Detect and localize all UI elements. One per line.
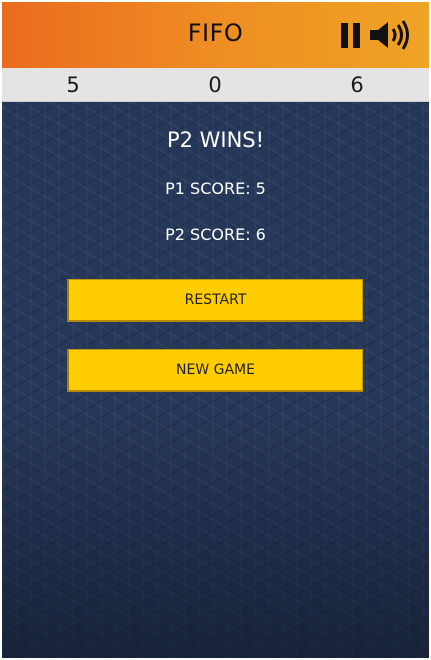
player-two-score: 6 <box>350 73 364 97</box>
game-title: FIFO <box>187 19 244 47</box>
game-frame: FIFO 5 0 6 P2 WINS! P1 SCORE: 5 P2 SCORE… <box>2 2 429 658</box>
scoreboard: 5 0 6 <box>2 68 429 102</box>
player-one-score: 5 <box>66 73 80 97</box>
restart-button[interactable]: RESTART <box>67 279 363 322</box>
winner-message: P2 WINS! <box>166 128 265 152</box>
new-game-button[interactable]: NEW GAME <box>67 349 363 392</box>
header-bar: FIFO <box>2 2 429 68</box>
center-counter: 0 <box>208 73 222 97</box>
final-score-p2: P2 SCORE: 6 <box>165 225 266 244</box>
pause-icon[interactable] <box>339 20 363 50</box>
final-score-p1: P1 SCORE: 5 <box>165 179 266 198</box>
game-board: P2 WINS! P1 SCORE: 5 P2 SCORE: 6 RESTART… <box>2 102 429 658</box>
speaker-volume-icon[interactable] <box>368 20 412 50</box>
